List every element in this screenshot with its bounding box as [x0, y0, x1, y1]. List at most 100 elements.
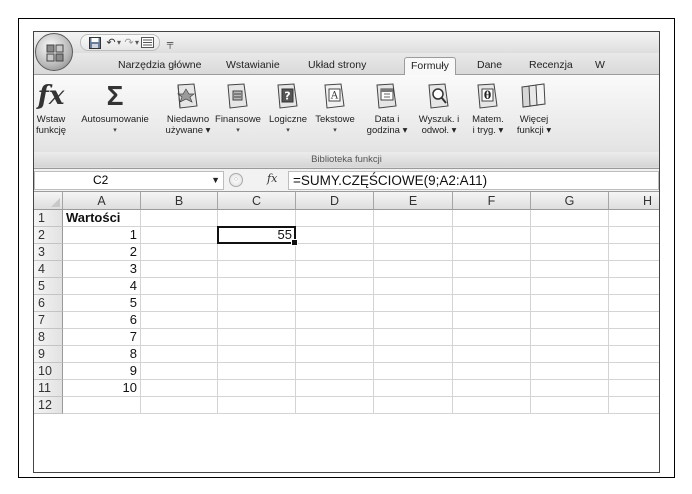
cell-b7[interactable]	[141, 312, 218, 329]
cell-f10[interactable]	[453, 363, 531, 380]
cell-d8[interactable]	[296, 329, 374, 346]
cell-h5[interactable]	[609, 278, 659, 295]
cell-a10[interactable]: 9	[63, 363, 141, 380]
row-header-12[interactable]: 12	[34, 397, 63, 414]
tab-formulas[interactable]: Formuły	[404, 57, 456, 76]
cell-h2[interactable]	[609, 227, 659, 244]
cell-g5[interactable]	[531, 278, 609, 295]
cell-d4[interactable]	[296, 261, 374, 278]
cell-g3[interactable]	[531, 244, 609, 261]
cell-h4[interactable]	[609, 261, 659, 278]
cell-h3[interactable]	[609, 244, 659, 261]
cell-e4[interactable]	[374, 261, 453, 278]
cell-e1[interactable]	[374, 210, 453, 227]
column-header-e[interactable]: E	[374, 192, 453, 210]
cell-h11[interactable]	[609, 380, 659, 397]
cell-g4[interactable]	[531, 261, 609, 278]
more-functions-button[interactable]: Więcej funkcji ▾	[512, 78, 556, 136]
cell-b3[interactable]	[141, 244, 218, 261]
cell-e6[interactable]	[374, 295, 453, 312]
cell-h9[interactable]	[609, 346, 659, 363]
tab-insert[interactable]: Wstawianie	[220, 57, 286, 75]
cell-d6[interactable]	[296, 295, 374, 312]
cell-g6[interactable]	[531, 295, 609, 312]
cell-c8[interactable]	[218, 329, 296, 346]
cell-g11[interactable]	[531, 380, 609, 397]
cell-g2[interactable]	[531, 227, 609, 244]
formula-input[interactable]: =SUMY.CZĘŚCIOWE(9;A2:A11)	[288, 171, 659, 190]
cell-c12[interactable]	[218, 397, 296, 414]
cell-b5[interactable]	[141, 278, 218, 295]
name-box[interactable]: C2 ▼	[34, 171, 224, 190]
cell-h1[interactable]	[609, 210, 659, 227]
cell-g9[interactable]	[531, 346, 609, 363]
cell-h8[interactable]	[609, 329, 659, 346]
column-header-f[interactable]: F	[453, 192, 531, 210]
form-icon[interactable]	[139, 35, 155, 50]
cell-e11[interactable]	[374, 380, 453, 397]
cell-a11[interactable]: 10	[63, 380, 141, 397]
cell-g12[interactable]	[531, 397, 609, 414]
tab-review[interactable]: Recenzja	[523, 57, 579, 75]
cell-f9[interactable]	[453, 346, 531, 363]
cell-a9[interactable]: 8	[63, 346, 141, 363]
cell-f1[interactable]	[453, 210, 531, 227]
cell-b4[interactable]	[141, 261, 218, 278]
cell-c9[interactable]	[218, 346, 296, 363]
cell-b10[interactable]	[141, 363, 218, 380]
cell-b6[interactable]	[141, 295, 218, 312]
cell-h7[interactable]	[609, 312, 659, 329]
cell-e5[interactable]	[374, 278, 453, 295]
cell-h12[interactable]	[609, 397, 659, 414]
cell-c3[interactable]	[218, 244, 296, 261]
cell-d10[interactable]	[296, 363, 374, 380]
column-header-g[interactable]: G	[531, 192, 609, 210]
cell-c1[interactable]	[218, 210, 296, 227]
cell-b12[interactable]	[141, 397, 218, 414]
row-header-8[interactable]: 8	[34, 329, 63, 346]
cell-a12[interactable]	[63, 397, 141, 414]
row-header-4[interactable]: 4	[34, 261, 63, 278]
cell-d2[interactable]	[296, 227, 374, 244]
cell-a1[interactable]: Wartości	[63, 210, 141, 227]
row-header-2[interactable]: 2	[34, 227, 63, 244]
cell-h10[interactable]	[609, 363, 659, 380]
cell-d1[interactable]	[296, 210, 374, 227]
cell-f2[interactable]	[453, 227, 531, 244]
name-box-dropdown-icon[interactable]: ▼	[211, 172, 220, 189]
customize-qat-icon[interactable]: ╤	[162, 35, 178, 50]
tab-view[interactable]: W	[589, 57, 611, 75]
cell-c7[interactable]	[218, 312, 296, 329]
cell-e2[interactable]	[374, 227, 453, 244]
cell-f5[interactable]	[453, 278, 531, 295]
row-header-1[interactable]: 1	[34, 210, 63, 227]
cell-a6[interactable]: 5	[63, 295, 141, 312]
cell-d3[interactable]	[296, 244, 374, 261]
cell-f4[interactable]	[453, 261, 531, 278]
row-header-7[interactable]: 7	[34, 312, 63, 329]
tab-data[interactable]: Dane	[471, 57, 508, 75]
cell-a5[interactable]: 4	[63, 278, 141, 295]
autosum-button[interactable]: Σ Autosumowanie ▾	[70, 78, 160, 136]
cell-f12[interactable]	[453, 397, 531, 414]
recently-used-button[interactable]: Niedawno używane ▾	[162, 78, 214, 136]
row-header-9[interactable]: 9	[34, 346, 63, 363]
row-header-3[interactable]: 3	[34, 244, 63, 261]
cell-d9[interactable]	[296, 346, 374, 363]
cell-e7[interactable]	[374, 312, 453, 329]
cell-c6[interactable]	[218, 295, 296, 312]
column-header-h[interactable]: H	[609, 192, 659, 210]
column-header-a[interactable]: A	[63, 192, 141, 210]
financial-dropdown-icon[interactable]: ▾	[214, 125, 262, 136]
office-button[interactable]	[35, 33, 73, 71]
logical-button[interactable]: ? Logiczne ▾	[264, 78, 312, 136]
lookup-reference-button[interactable]: Wyszuk. i odwoł. ▾	[413, 78, 465, 136]
save-icon[interactable]	[87, 35, 103, 50]
row-header-5[interactable]: 5	[34, 278, 63, 295]
cell-g8[interactable]	[531, 329, 609, 346]
cell-b9[interactable]	[141, 346, 218, 363]
cell-e10[interactable]	[374, 363, 453, 380]
cell-a7[interactable]: 6	[63, 312, 141, 329]
date-time-button[interactable]: Data i godzina ▾	[364, 78, 410, 136]
insert-function-fx-icon[interactable]: fx	[267, 172, 277, 185]
